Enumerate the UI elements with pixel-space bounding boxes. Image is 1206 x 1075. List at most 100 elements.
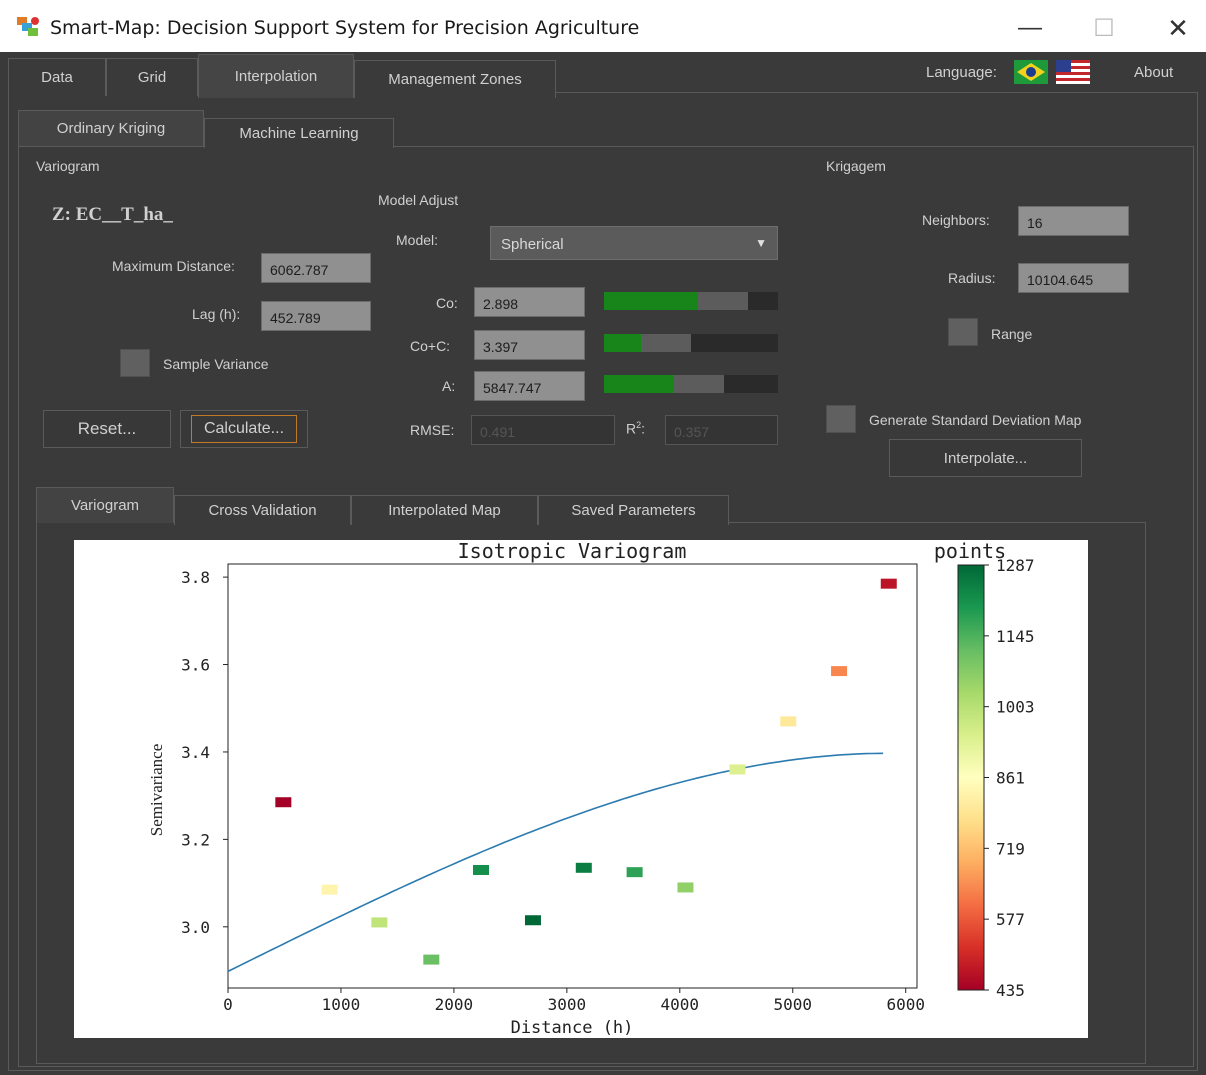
colorbar-tick-label: 861: [996, 769, 1025, 788]
colorbar-tick-label: 1003: [996, 698, 1035, 717]
reset-button[interactable]: Reset...: [43, 410, 171, 448]
z-variable-label: Z: EC__T_ha_: [52, 204, 173, 225]
range-checkbox[interactable]: [948, 318, 978, 346]
usa-flag-icon[interactable]: [1056, 60, 1090, 84]
radius-field[interactable]: 10104.645: [1018, 263, 1129, 293]
model-curve: [227, 752, 884, 973]
x-tick-label: 2000: [435, 995, 474, 1014]
about-link[interactable]: About: [1134, 64, 1173, 81]
x-tick-label: 6000: [886, 995, 925, 1014]
a-slider-handle[interactable]: [673, 375, 725, 393]
tab-machine-learning[interactable]: Machine Learning: [204, 118, 394, 148]
variogram-point: [626, 867, 643, 878]
y-tick-label: 3.8: [181, 568, 210, 587]
x-tick-label: 4000: [661, 995, 700, 1014]
model-adjust-heading: Model Adjust: [378, 192, 459, 208]
rmse-field: 0.491: [471, 415, 615, 445]
std-map-checkbox[interactable]: [826, 405, 856, 433]
variogram-plot: 0 1000 2000 3000 4000 5000 6000 3.0 3.2 3.4 3.6 3.8…: [74, 539, 1088, 1038]
max-distance-label: Maximum Distance:: [112, 258, 235, 274]
variogram-point: [677, 882, 694, 893]
window-title: Smart-Map: Decision Support System for P…: [50, 17, 640, 39]
tab-data[interactable]: Data: [8, 58, 106, 96]
tab-interpolation[interactable]: Interpolation: [198, 54, 354, 98]
y-axis-label: Semivariance: [147, 744, 166, 837]
variogram-point: [371, 917, 388, 928]
chevron-down-icon: ▼: [755, 236, 767, 250]
rmse-label: RMSE:: [410, 422, 455, 438]
y-tick-label: 3.4: [181, 743, 210, 762]
language-label: Language:: [926, 64, 997, 81]
coc-label: Co+C:: [410, 338, 451, 354]
co-slider-fill: [604, 292, 698, 310]
coc-slider-fill: [604, 334, 641, 352]
x-tick-label: 5000: [773, 995, 812, 1014]
max-distance-field[interactable]: 6062.787: [261, 253, 371, 283]
variogram-point: [275, 797, 292, 808]
app-logo-icon: [17, 17, 39, 36]
interpolate-button[interactable]: Interpolate...: [889, 439, 1082, 477]
a-field[interactable]: 5847.747: [474, 371, 585, 401]
x-tick-label: 0: [223, 995, 233, 1014]
title-bar: Smart-Map: Decision Support System for P…: [0, 0, 1206, 56]
colorbar-label: points: [934, 540, 1006, 563]
plot-frame: [227, 563, 918, 989]
coc-slider-handle[interactable]: [640, 334, 691, 352]
variogram-point: [473, 864, 490, 875]
variogram-point: [729, 764, 746, 775]
y-tick-label: 3.2: [181, 830, 210, 849]
colorbar: [957, 564, 985, 991]
std-map-label: Generate Standard Deviation Map: [869, 412, 1082, 428]
variogram-point: [575, 862, 592, 873]
variogram-heading: Variogram: [36, 158, 100, 174]
y-tick-label: 3.0: [181, 918, 210, 937]
lag-label: Lag (h):: [192, 306, 241, 322]
a-slider-fill: [604, 375, 674, 393]
variogram-point: [880, 578, 897, 589]
a-label: A:: [442, 378, 456, 394]
sample-variance-checkbox[interactable]: [120, 349, 150, 377]
a-slider[interactable]: [604, 375, 778, 393]
model-label: Model:: [396, 232, 439, 248]
close-button[interactable]: ✕: [1158, 10, 1198, 46]
lag-field[interactable]: 452.789: [261, 301, 371, 331]
range-label: Range: [991, 326, 1033, 342]
x-tick-label: 3000: [548, 995, 587, 1014]
x-tick-label: 1000: [322, 995, 361, 1014]
chart-title: Isotropic Variogram: [458, 540, 687, 563]
colorbar-tick-label: 577: [996, 910, 1025, 929]
calculate-button[interactable]: Calculate...: [180, 410, 308, 448]
brazil-flag-icon[interactable]: [1014, 60, 1048, 84]
model-select[interactable]: Spherical ▼: [490, 226, 778, 260]
tab-management-zones[interactable]: Management Zones: [354, 60, 556, 98]
neighbors-label: Neighbors:: [922, 212, 990, 228]
co-slider[interactable]: [604, 292, 778, 310]
y-tick-label: 3.6: [181, 656, 210, 675]
tab-saved-parameters[interactable]: Saved Parameters: [538, 495, 729, 525]
co-label: Co:: [436, 295, 458, 311]
sample-variance-label: Sample Variance: [163, 356, 269, 372]
variogram-chart: 0 1000 2000 3000 4000 5000 6000 3.0 3.2 3.4 3.6 3.8…: [147, 539, 1035, 1038]
co-slider-handle[interactable]: [697, 292, 749, 310]
maximize-button[interactable]: ☐: [1084, 10, 1124, 46]
colorbar-tick-label: 719: [996, 839, 1025, 858]
colorbar-tick-label: 1145: [996, 627, 1035, 646]
variogram-point: [524, 915, 541, 926]
variogram-point: [423, 954, 440, 965]
coc-field[interactable]: 3.397: [474, 330, 585, 360]
variogram-point: [780, 716, 797, 727]
x-axis-label: Distance (h): [511, 1018, 634, 1038]
tab-variogram[interactable]: Variogram: [36, 487, 174, 523]
neighbors-field[interactable]: 16: [1018, 206, 1129, 236]
calculate-button-label: Calculate...: [190, 415, 298, 443]
tab-interpolated-map[interactable]: Interpolated Map: [351, 495, 538, 525]
co-field[interactable]: 2.898: [474, 287, 585, 317]
variogram-point: [831, 666, 848, 677]
minimize-button[interactable]: —: [1010, 10, 1050, 46]
tab-grid[interactable]: Grid: [106, 58, 198, 96]
tab-ordinary-kriging[interactable]: Ordinary Kriging: [18, 110, 204, 146]
tab-cross-validation[interactable]: Cross Validation: [174, 495, 351, 525]
r2-label: R2:: [626, 420, 646, 437]
radius-label: Radius:: [948, 270, 996, 286]
coc-slider[interactable]: [604, 334, 778, 352]
